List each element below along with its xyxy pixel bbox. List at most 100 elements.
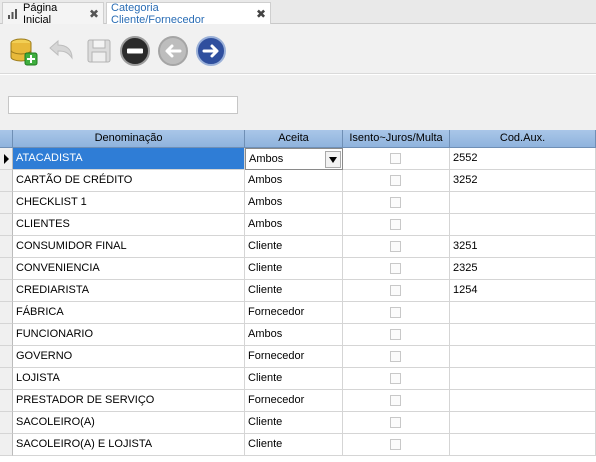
previous-button[interactable]	[156, 34, 190, 68]
row-indicator[interactable]	[0, 214, 13, 236]
cell-aceita[interactable]: Cliente	[245, 258, 343, 280]
isento-checkbox[interactable]	[390, 153, 401, 164]
close-icon[interactable]: ✖	[252, 7, 266, 21]
row-indicator[interactable]	[0, 412, 13, 434]
table-row[interactable]: CONVENIENCIA Cliente 2325	[0, 258, 596, 280]
next-button[interactable]	[194, 34, 228, 68]
cell-denominacao[interactable]: CARTÃO DE CRÉDITO	[13, 170, 245, 192]
add-record-button[interactable]	[6, 34, 40, 68]
tab-categoria-cliente-fornecedor[interactable]: Categoria Cliente/Fornecedor ✖	[106, 2, 271, 26]
cell-cod-aux[interactable]: 3252	[450, 170, 596, 192]
row-indicator[interactable]	[0, 192, 13, 214]
row-indicator[interactable]	[0, 280, 13, 302]
cell-denominacao[interactable]: FUNCIONARIO	[13, 324, 245, 346]
isento-checkbox[interactable]	[390, 351, 401, 362]
tab-home[interactable]: Página Inicial ✖	[2, 2, 104, 26]
cell-denominacao[interactable]: PRESTADOR DE SERVIÇO	[13, 390, 245, 412]
save-button[interactable]	[82, 34, 116, 68]
cell-denominacao[interactable]: CONVENIENCIA	[13, 258, 245, 280]
cell-cod-aux[interactable]: 2325	[450, 258, 596, 280]
cell-cod-aux[interactable]	[450, 434, 596, 456]
column-header-isento[interactable]: Isento~Juros/Multa	[343, 130, 450, 148]
isento-checkbox[interactable]	[390, 307, 401, 318]
row-indicator[interactable]	[0, 368, 13, 390]
column-header-cod-aux[interactable]: Cod.Aux.	[450, 130, 596, 148]
cell-aceita[interactable]: Fornecedor	[245, 346, 343, 368]
column-header-aceita[interactable]: Aceita	[245, 130, 343, 148]
cell-aceita[interactable]: Ambos	[245, 170, 343, 192]
cell-denominacao[interactable]: LOJISTA	[13, 368, 245, 390]
table-row[interactable]: SACOLEIRO(A) Cliente	[0, 412, 596, 434]
isento-checkbox[interactable]	[390, 417, 401, 428]
cell-denominacao[interactable]: CREDIARISTA	[13, 280, 245, 302]
cell-cod-aux[interactable]	[450, 346, 596, 368]
table-row[interactable]: CARTÃO DE CRÉDITO Ambos 3252	[0, 170, 596, 192]
column-header-denominacao[interactable]: Denominação	[13, 130, 245, 148]
row-indicator[interactable]	[0, 346, 13, 368]
cell-cod-aux[interactable]	[450, 368, 596, 390]
cell-aceita[interactable]: Ambos	[245, 324, 343, 346]
dropdown-arrow-icon[interactable]	[325, 151, 341, 168]
row-indicator[interactable]	[0, 170, 13, 192]
cell-denominacao[interactable]: FÁBRICA	[13, 302, 245, 324]
row-indicator[interactable]	[0, 236, 13, 258]
cell-aceita[interactable]: Fornecedor	[245, 302, 343, 324]
cell-aceita[interactable]: Ambos	[245, 148, 343, 170]
cell-cod-aux[interactable]: 2552	[450, 148, 596, 170]
cell-cod-aux[interactable]	[450, 302, 596, 324]
cell-cod-aux[interactable]	[450, 192, 596, 214]
cell-aceita[interactable]: Cliente	[245, 368, 343, 390]
isento-checkbox[interactable]	[390, 263, 401, 274]
cell-denominacao[interactable]: SACOLEIRO(A)	[13, 412, 245, 434]
isento-checkbox[interactable]	[390, 373, 401, 384]
table-row[interactable]: LOJISTA Cliente	[0, 368, 596, 390]
close-icon[interactable]: ✖	[85, 7, 99, 21]
table-row[interactable]: GOVERNO Fornecedor	[0, 346, 596, 368]
cell-aceita[interactable]: Ambos	[245, 214, 343, 236]
isento-checkbox[interactable]	[390, 241, 401, 252]
cell-cod-aux[interactable]	[450, 214, 596, 236]
delete-button[interactable]	[118, 34, 152, 68]
table-row[interactable]: ATACADISTA Ambos 2552	[0, 148, 596, 170]
row-indicator[interactable]	[0, 390, 13, 412]
isento-checkbox[interactable]	[390, 439, 401, 450]
cell-denominacao[interactable]: CONSUMIDOR FINAL	[13, 236, 245, 258]
row-indicator[interactable]	[0, 302, 13, 324]
table-row[interactable]: SACOLEIRO(A) E LOJISTA Cliente	[0, 434, 596, 456]
cell-aceita[interactable]: Ambos	[245, 192, 343, 214]
row-indicator[interactable]	[0, 258, 13, 280]
isento-checkbox[interactable]	[390, 175, 401, 186]
isento-checkbox[interactable]	[390, 219, 401, 230]
cell-cod-aux[interactable]	[450, 390, 596, 412]
cell-aceita[interactable]: Cliente	[245, 236, 343, 258]
table-row[interactable]: PRESTADOR DE SERVIÇO Fornecedor	[0, 390, 596, 412]
isento-checkbox[interactable]	[390, 197, 401, 208]
cell-cod-aux[interactable]	[450, 324, 596, 346]
isento-checkbox[interactable]	[390, 285, 401, 296]
cell-denominacao[interactable]: CHECKLIST 1	[13, 192, 245, 214]
table-row[interactable]: FÁBRICA Fornecedor	[0, 302, 596, 324]
search-input[interactable]	[8, 96, 238, 114]
cell-denominacao[interactable]: SACOLEIRO(A) E LOJISTA	[13, 434, 245, 456]
undo-button[interactable]	[44, 34, 78, 68]
cell-denominacao[interactable]: CLIENTES	[13, 214, 245, 236]
table-row[interactable]: CREDIARISTA Cliente 1254	[0, 280, 596, 302]
isento-checkbox[interactable]	[390, 395, 401, 406]
cell-denominacao[interactable]: GOVERNO	[13, 346, 245, 368]
table-row[interactable]: FUNCIONARIO Ambos	[0, 324, 596, 346]
row-indicator[interactable]	[0, 148, 13, 170]
cell-aceita[interactable]: Fornecedor	[245, 390, 343, 412]
row-indicator[interactable]	[0, 324, 13, 346]
cell-cod-aux[interactable]	[450, 412, 596, 434]
isento-checkbox[interactable]	[390, 329, 401, 340]
cell-aceita[interactable]: Cliente	[245, 434, 343, 456]
cell-denominacao[interactable]: ATACADISTA	[13, 148, 245, 170]
cell-cod-aux[interactable]: 1254	[450, 280, 596, 302]
cell-aceita[interactable]: Cliente	[245, 412, 343, 434]
cell-aceita[interactable]: Cliente	[245, 280, 343, 302]
table-row[interactable]: CONSUMIDOR FINAL Cliente 3251	[0, 236, 596, 258]
row-indicator[interactable]	[0, 434, 13, 456]
table-row[interactable]: CLIENTES Ambos	[0, 214, 596, 236]
table-row[interactable]: CHECKLIST 1 Ambos	[0, 192, 596, 214]
cell-cod-aux[interactable]: 3251	[450, 236, 596, 258]
